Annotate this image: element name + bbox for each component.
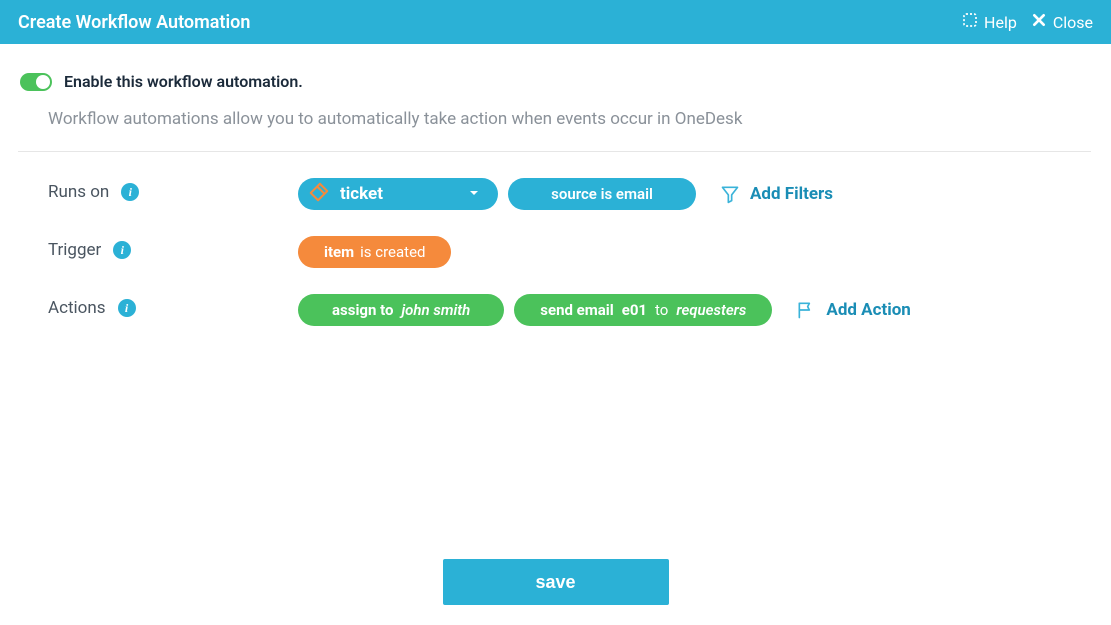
- trigger-label-wrap: Trigger i: [18, 236, 298, 260]
- trigger-content: item is created: [298, 236, 451, 268]
- chevron-down-icon: [468, 184, 480, 204]
- email-id: e01: [622, 301, 647, 319]
- info-icon[interactable]: i: [113, 241, 131, 259]
- info-icon[interactable]: i: [118, 299, 136, 317]
- filter-icon: [720, 184, 740, 204]
- content: Enable this workflow automation. Workflo…: [0, 44, 1111, 326]
- actions-row: Actions i assign to john smith send emai…: [18, 294, 1091, 326]
- action-pill-assign[interactable]: assign to john smith: [298, 294, 504, 326]
- help-icon: [962, 12, 978, 32]
- enable-toggle[interactable]: [20, 73, 52, 91]
- trigger-rest: is created: [360, 243, 425, 261]
- email-prefix: send email: [540, 301, 613, 319]
- ticket-icon: [308, 181, 330, 208]
- help-label: Help: [984, 13, 1017, 32]
- actions-label-wrap: Actions i: [18, 294, 298, 318]
- add-action-label: Add Action: [826, 300, 910, 320]
- trigger-bold: item: [324, 243, 354, 261]
- header-actions: Help Close: [962, 12, 1093, 32]
- flag-icon: [796, 300, 816, 320]
- add-filters-label: Add Filters: [750, 184, 833, 204]
- actions-label: Actions: [48, 298, 106, 318]
- assign-prefix: assign to: [332, 301, 393, 319]
- email-target: requesters: [676, 301, 746, 319]
- close-icon: [1031, 12, 1047, 32]
- description-text: Workflow automations allow you to automa…: [18, 109, 1091, 152]
- header: Create Workflow Automation Help Close: [0, 0, 1111, 44]
- close-button[interactable]: Close: [1031, 12, 1093, 32]
- email-mid: to: [655, 301, 668, 319]
- actions-content: assign to john smith send email e01 to r…: [298, 294, 911, 326]
- filter-pill-source[interactable]: source is email: [508, 178, 696, 210]
- runs-on-content: ticket source is email Add Filters: [298, 178, 833, 210]
- filter-pill-source-text: source is email: [551, 185, 653, 203]
- runs-on-label: Runs on: [48, 182, 109, 202]
- enable-label: Enable this workflow automation.: [64, 72, 303, 91]
- enable-row: Enable this workflow automation.: [18, 72, 1091, 91]
- action-pill-email[interactable]: send email e01 to requesters: [514, 294, 772, 326]
- save-button[interactable]: save: [443, 559, 669, 605]
- info-icon[interactable]: i: [121, 183, 139, 201]
- runs-on-label-wrap: Runs on i: [18, 178, 298, 202]
- save-wrap: save: [0, 559, 1111, 605]
- close-label: Close: [1053, 13, 1093, 32]
- config-rows: Runs on i ticket source is email: [18, 152, 1091, 326]
- assign-target: john smith: [401, 301, 470, 319]
- runs-on-row: Runs on i ticket source is email: [18, 178, 1091, 210]
- page-title: Create Workflow Automation: [18, 12, 250, 33]
- trigger-pill[interactable]: item is created: [298, 236, 451, 268]
- item-type-value: ticket: [340, 184, 383, 204]
- add-filters-button[interactable]: Add Filters: [720, 184, 833, 204]
- item-type-dropdown[interactable]: ticket: [298, 178, 498, 210]
- add-action-button[interactable]: Add Action: [796, 300, 910, 320]
- trigger-row: Trigger i item is created: [18, 236, 1091, 268]
- trigger-label: Trigger: [48, 240, 101, 260]
- help-button[interactable]: Help: [962, 12, 1017, 32]
